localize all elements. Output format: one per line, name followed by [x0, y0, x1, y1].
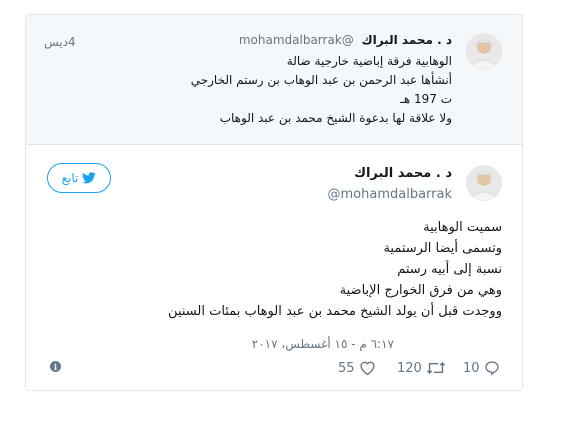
quoted-line: ت 197 هـ: [400, 92, 452, 106]
quoted-line: أنشأها عبد الرحمن بن عبد الوهاب بن رستم …: [190, 73, 452, 87]
reply-count: 10: [463, 360, 480, 376]
tweet-line: ووجدت قبل أن يولد الشيخ محمد بن عبد الوه…: [168, 304, 502, 319]
quoted-time[interactable]: 4ديس: [44, 35, 76, 49]
tweet-text: سميت الوهابية وتسمى أيضا الرستمية نسبة إ…: [168, 217, 502, 322]
info-icon[interactable]: i: [50, 361, 61, 372]
retweet-action[interactable]: 120: [397, 359, 446, 377]
author-handle[interactable]: @mohamdalbarrak: [328, 187, 453, 202]
twitter-bird-icon: [82, 172, 97, 184]
author-name[interactable]: د . محمد البراك: [354, 166, 452, 181]
reply-action[interactable]: 10: [463, 359, 500, 377]
quoted-author-handle[interactable]: @mohamdalbarrak: [239, 33, 354, 47]
tweet-line: وهي من فرق الخوارج الإباضية: [339, 283, 502, 298]
tweet-timestamp[interactable]: ٦:١٧ م - ١٥ أغسطس، ٢٠١٧: [252, 337, 394, 351]
author-avatar[interactable]: [466, 165, 502, 201]
heart-icon: [359, 361, 375, 376]
retweet-icon: [426, 361, 445, 375]
quoted-line: ولا علاقة لها بدعوة الشيخ محمد بن عبد ال…: [219, 111, 452, 125]
retweet-count: 120: [397, 360, 422, 376]
tweet-line: نسبة إلى أبيه رستم: [397, 262, 502, 277]
follow-button[interactable]: تابع: [47, 163, 111, 193]
quoted-tweet[interactable]: د . محمد البراك @mohamdalbarrak 4ديس الو…: [26, 15, 522, 145]
tweet-card: د . محمد البراك @mohamdalbarrak 4ديس الو…: [25, 14, 523, 391]
quoted-text: الوهابية فرقة إباضية خارجية ضالة أنشأها …: [191, 52, 452, 128]
reply-icon: [484, 361, 499, 376]
follow-label: تابع: [61, 171, 79, 185]
tweet-line: سميت الوهابية: [423, 220, 502, 235]
like-count: 55: [338, 360, 355, 376]
like-action[interactable]: 55: [338, 359, 376, 377]
quoted-header: د . محمد البراك @mohamdalbarrak: [239, 33, 452, 47]
quoted-line: الوهابية فرقة إباضية خارجية ضالة: [286, 54, 452, 68]
tweet-line: وتسمى أيضا الرستمية: [383, 241, 502, 256]
quoted-author-name[interactable]: د . محمد البراك: [362, 33, 452, 47]
quoted-avatar[interactable]: [466, 33, 502, 69]
